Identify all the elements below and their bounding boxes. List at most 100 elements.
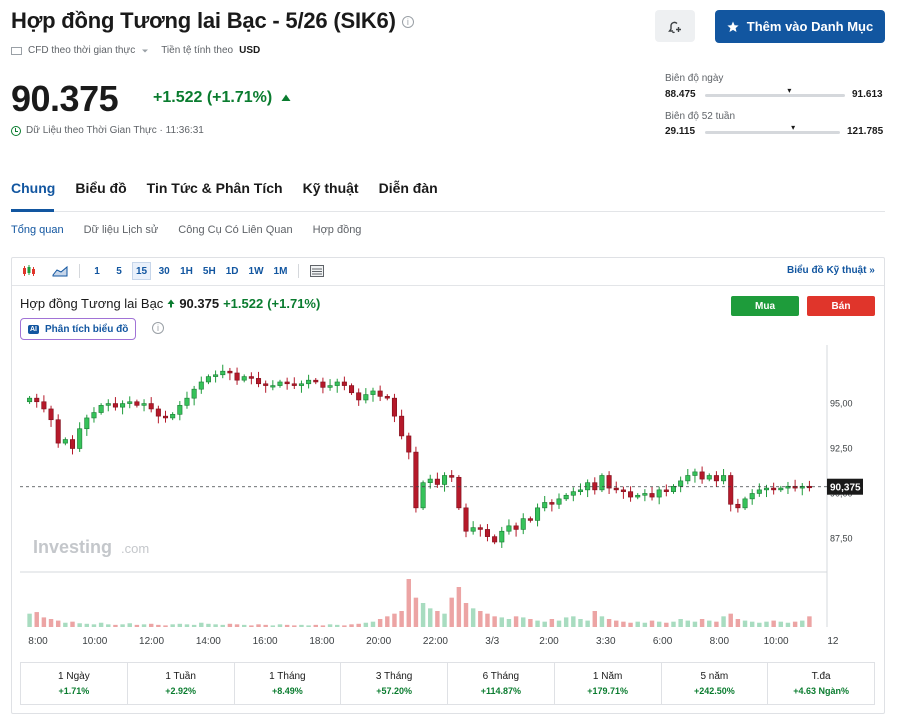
- volume-bar: [98, 622, 104, 627]
- candle-body: [642, 493, 648, 496]
- volume-bar: [335, 624, 340, 627]
- investing-watermark: Investing: [33, 537, 112, 557]
- x-tick-label: 16:00: [253, 636, 278, 647]
- technical-chart-link[interactable]: Biểu đồ Kỹ thuật »: [787, 265, 875, 276]
- volume-bar: [642, 622, 648, 627]
- volume-bar: [420, 603, 426, 627]
- candle-body: [363, 394, 369, 401]
- info-icon[interactable]: i: [152, 322, 164, 334]
- volume-bar: [41, 617, 47, 627]
- perf-label: T.đa: [811, 671, 831, 682]
- area-chart-icon[interactable]: [49, 262, 71, 280]
- ai-chart-analysis-label: Phân tích biểu đồ: [45, 323, 129, 335]
- perf-1-week[interactable]: 1 Tuần +2.92%: [128, 663, 235, 704]
- volume-bar: [785, 622, 791, 627]
- perf-5-years[interactable]: 5 năm +242.50%: [662, 663, 769, 704]
- perf-1-day[interactable]: 1 Ngày +1.71%: [21, 663, 128, 704]
- candle-body: [406, 435, 412, 453]
- ai-chart-analysis-button[interactable]: AI Phân tích biểu đồ: [20, 318, 137, 340]
- interval-1m[interactable]: 1M: [271, 262, 291, 280]
- perf-6-months[interactable]: 6 Tháng +114.87%: [448, 663, 555, 704]
- interval-5[interactable]: 5: [110, 262, 128, 280]
- volume-bar: [370, 621, 376, 627]
- tab-technical[interactable]: Kỹ thuật: [303, 180, 359, 196]
- candle-body: [277, 381, 283, 386]
- price-alert-button[interactable]: [655, 10, 695, 42]
- day-range-marker: ▾: [787, 86, 792, 95]
- volume-bar: [707, 620, 712, 627]
- candle-body: [599, 475, 605, 491]
- candle-body: [148, 403, 154, 410]
- sell-button[interactable]: Bán: [807, 296, 875, 316]
- subtab-overview[interactable]: Tổng quan: [11, 224, 64, 236]
- candle-body: [463, 507, 469, 532]
- info-icon[interactable]: i: [401, 16, 414, 29]
- perf-label: 1 Tuần: [165, 671, 196, 682]
- candlestick-chart-icon[interactable]: [19, 262, 39, 280]
- price-change: +1.522 (+1.71%): [153, 89, 291, 107]
- price-chart[interactable]: Investing.com95,0092,5090,0087,5090,3758…: [12, 345, 884, 650]
- volume-bar: [664, 622, 669, 627]
- buy-button[interactable]: Mua: [731, 296, 799, 316]
- clock-icon: [11, 125, 21, 136]
- tab-forum[interactable]: Diễn đàn: [379, 180, 438, 196]
- candle-body: [205, 376, 211, 383]
- candle-body: [649, 493, 655, 498]
- volume-bar: [463, 603, 469, 627]
- volume-bar: [549, 619, 555, 627]
- volume-bar: [807, 616, 812, 627]
- volume-bar: [478, 611, 483, 627]
- perf-3-months[interactable]: 3 Tháng +57.20%: [341, 663, 448, 704]
- subtab-contracts[interactable]: Hợp đồng: [313, 224, 362, 236]
- interval-1h[interactable]: 1H: [177, 262, 196, 280]
- instrument-title: Hợp đồng Tương lai Bạc - 5/26 (SIK6): [11, 8, 396, 33]
- candle-body: [477, 527, 483, 530]
- last-price: 90.375: [11, 78, 119, 119]
- volume-bar: [206, 623, 211, 627]
- chevron-down-icon[interactable]: [141, 48, 149, 54]
- candle-body: [134, 401, 140, 406]
- toolbar-separator: [79, 264, 80, 278]
- currency-label: Tiền tệ tính theo: [161, 45, 234, 56]
- day-range-low: 88.475: [665, 89, 696, 100]
- volume-bar: [592, 611, 598, 627]
- candle-body: [55, 419, 61, 444]
- cfd-label[interactable]: CFD theo thời gian thực: [28, 45, 135, 56]
- x-tick-label: 10:00: [764, 636, 789, 647]
- x-tick-label: 8:00: [28, 636, 48, 647]
- interval-1w[interactable]: 1W: [246, 262, 267, 280]
- candle-body: [313, 379, 319, 383]
- interval-5h[interactable]: 5H: [200, 262, 219, 280]
- x-tick-label: 6:00: [653, 636, 673, 647]
- interval-1[interactable]: 1: [88, 262, 106, 280]
- subtab-historical-data[interactable]: Dữ liệu Lịch sử: [84, 224, 159, 236]
- x-tick-label: 20:00: [366, 636, 391, 647]
- volume-bar: [428, 608, 433, 627]
- candle-body: [370, 390, 376, 395]
- perf-max[interactable]: T.đa +4.63 Ngàn%: [768, 663, 874, 704]
- tab-chart[interactable]: Biểu đồ: [75, 180, 126, 196]
- perf-1-month[interactable]: 1 Tháng +8.49%: [235, 663, 342, 704]
- candle-body: [484, 529, 490, 537]
- tab-overview[interactable]: Chung: [11, 180, 55, 196]
- volume-bar: [621, 621, 626, 627]
- candle-body: [234, 372, 240, 381]
- perf-value: +114.87%: [480, 686, 522, 696]
- interval-15[interactable]: 15: [132, 262, 152, 280]
- table-view-icon[interactable]: [307, 262, 327, 280]
- volume-bar: [241, 624, 247, 627]
- interval-30[interactable]: 30: [155, 262, 173, 280]
- volume-bar: [506, 619, 512, 627]
- candle-body: [98, 405, 104, 413]
- tab-news-analysis[interactable]: Tin Tức & Phân Tích: [147, 180, 283, 196]
- candle-body: [34, 397, 40, 403]
- subtab-related-instruments[interactable]: Công Cụ Có Liên Quan: [178, 224, 292, 236]
- volume-bar: [306, 625, 311, 627]
- interval-1d[interactable]: 1D: [223, 262, 242, 280]
- candle-body: [291, 383, 297, 386]
- candle-body: [341, 381, 347, 386]
- perf-1-year[interactable]: 1 Năm +179.71%: [555, 663, 662, 704]
- candle-body: [27, 397, 33, 403]
- volume-bar: [377, 619, 383, 627]
- add-to-watchlist-button[interactable]: Thêm vào Danh Mục: [715, 10, 885, 43]
